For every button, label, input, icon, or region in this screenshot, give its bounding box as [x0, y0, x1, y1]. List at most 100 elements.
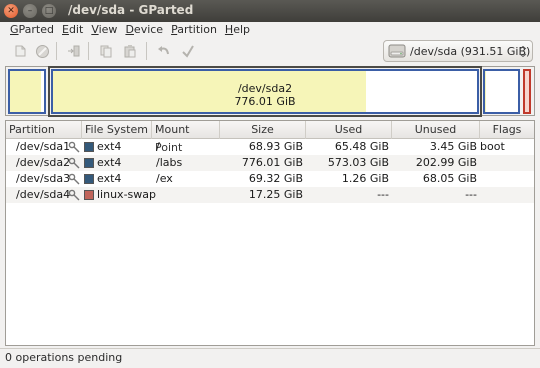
menu-label: artition	[177, 23, 217, 36]
table-row[interactable]: /dev/sda1 ext4 / 68.93 GiB 65.48 GiB 3.4…	[6, 139, 534, 155]
key-icon	[68, 141, 80, 153]
mountpoint-cell: /ex	[156, 172, 173, 185]
title-bar[interactable]: ✕ – □ /dev/sda - GParted	[0, 0, 540, 22]
filesystem-cell: ext4	[97, 140, 122, 153]
menu-partition[interactable]: Partition	[167, 22, 221, 38]
menu-gparted[interactable]: GParted	[6, 22, 58, 38]
column-header-filesystem[interactable]: File System	[82, 121, 152, 139]
partition-block-sda1[interactable]	[8, 69, 46, 114]
minimize-window-button[interactable]: –	[23, 4, 37, 18]
flags-cell: boot	[480, 140, 505, 153]
menu-edit[interactable]: Edit	[58, 22, 87, 38]
filesystem-color-swatch	[84, 174, 94, 184]
disk-partition-map: /dev/sda2 776.01 GiB	[5, 66, 535, 117]
used-cell: 1.26 GiB	[341, 172, 389, 185]
partition-block-sda2[interactable]: /dev/sda2 776.01 GiB	[48, 66, 482, 117]
close-window-button[interactable]: ✕	[4, 4, 18, 18]
undo-icon	[158, 46, 169, 55]
status-bar: 0 operations pending	[0, 348, 540, 368]
delete-partition-button[interactable]	[34, 43, 50, 59]
partition-block-size: 776.01 GiB	[234, 95, 296, 108]
table-header: Partition File System Mount Point Size U…	[6, 121, 534, 154]
window-title: /dev/sda - GParted	[68, 3, 194, 17]
partition-block-sda4[interactable]	[523, 69, 531, 114]
table-row[interactable]: /dev/sda3 ext4 /ex 69.32 GiB 1.26 GiB 68…	[6, 171, 534, 187]
unused-cell: 3.45 GiB	[429, 140, 477, 153]
column-header-used[interactable]: Used	[306, 121, 392, 139]
size-cell: 69.32 GiB	[248, 172, 303, 185]
menu-bar: GParted Edit View Device Partition Help	[0, 22, 540, 38]
window-controls: ✕ – □	[4, 4, 56, 18]
copy-button[interactable]	[98, 43, 114, 59]
size-cell: 17.25 GiB	[248, 188, 303, 201]
size-cell: 68.93 GiB	[248, 140, 303, 153]
menu-mnemonic: D	[125, 23, 134, 36]
table-row[interactable]: /dev/sda4 linux-swap 17.25 GiB --- ---	[6, 187, 534, 203]
partition-block-sda3[interactable]	[483, 69, 520, 114]
used-space-bar	[10, 71, 41, 112]
toolbar-separator	[56, 42, 57, 60]
partition-cell: /dev/sda2	[16, 156, 71, 169]
unused-cell: 68.05 GiB	[422, 172, 477, 185]
device-selector[interactable]: /dev/sda (931.51 GiB)	[383, 40, 533, 62]
menu-label: dit	[68, 23, 84, 36]
table-row[interactable]: /dev/sda2 ext4 /labs 776.01 GiB 573.03 G…	[6, 155, 534, 171]
column-header-flags[interactable]: Flags	[480, 121, 534, 139]
paste-button[interactable]	[122, 43, 138, 59]
toolbar-separator	[146, 42, 147, 60]
key-icon	[68, 157, 80, 169]
new-partition-button[interactable]	[12, 43, 28, 59]
gparted-window: ✕ – □ /dev/sda - GParted GParted Edit Vi…	[0, 0, 540, 368]
menu-view[interactable]: View	[87, 22, 121, 38]
undo-button[interactable]	[156, 43, 172, 59]
partition-cell: /dev/sda3	[16, 172, 71, 185]
maximize-window-button[interactable]: □	[42, 4, 56, 18]
menu-mnemonic: G	[10, 23, 19, 36]
menu-mnemonic: E	[62, 23, 69, 36]
partition-table: Partition File System Mount Point Size U…	[5, 120, 535, 346]
column-header-unused[interactable]: Unused	[392, 121, 480, 139]
filesystem-cell: ext4	[97, 172, 122, 185]
paste-icon	[124, 45, 136, 58]
maximize-icon: □	[44, 5, 54, 16]
copy-icon	[100, 45, 112, 58]
column-header-size[interactable]: Size	[220, 121, 306, 139]
partition-cell: /dev/sda4	[16, 188, 71, 201]
key-icon	[68, 173, 80, 185]
filesystem-color-swatch	[84, 190, 94, 200]
menu-mnemonic: V	[91, 23, 99, 36]
resize-move-icon	[68, 45, 80, 57]
mountpoint-cell: /labs	[156, 156, 183, 169]
menu-label: Parted	[18, 23, 54, 36]
filesystem-color-swatch	[84, 142, 94, 152]
toolbar-separator	[88, 42, 89, 60]
column-header-partition[interactable]: Partition	[6, 121, 82, 139]
menu-device[interactable]: Device	[121, 22, 167, 38]
apply-button[interactable]	[180, 43, 196, 59]
minimize-icon: –	[27, 5, 33, 16]
column-header-mountpoint[interactable]: Mount Point	[152, 121, 220, 154]
used-cell: 573.03 GiB	[327, 156, 389, 169]
menu-label: evice	[133, 23, 164, 36]
unused-cell: 202.99 GiB	[415, 156, 477, 169]
resize-move-button[interactable]	[66, 43, 82, 59]
partition-block-name: /dev/sda2	[237, 82, 293, 95]
close-icon: ✕	[7, 5, 15, 16]
used-space-bar	[485, 71, 486, 112]
menu-label: elp	[233, 23, 251, 36]
apply-icon	[182, 45, 194, 58]
filesystem-cell: ext4	[97, 156, 122, 169]
size-cell: 776.01 GiB	[241, 156, 303, 169]
used-cell: ---	[377, 188, 389, 201]
menu-help[interactable]: Help	[221, 22, 254, 38]
filesystem-color-swatch	[84, 158, 94, 168]
device-selector-label: /dev/sda (931.51 GiB)	[410, 44, 531, 58]
hard-disk-icon	[388, 44, 406, 58]
new-partition-icon	[15, 45, 26, 57]
menu-label: iew	[98, 23, 118, 36]
menu-mnemonic: H	[224, 23, 234, 36]
delete-icon	[35, 44, 49, 58]
chevron-down-icon	[519, 46, 527, 58]
mountpoint-cell: /	[156, 140, 160, 153]
partition-cell: /dev/sda1	[16, 140, 71, 153]
